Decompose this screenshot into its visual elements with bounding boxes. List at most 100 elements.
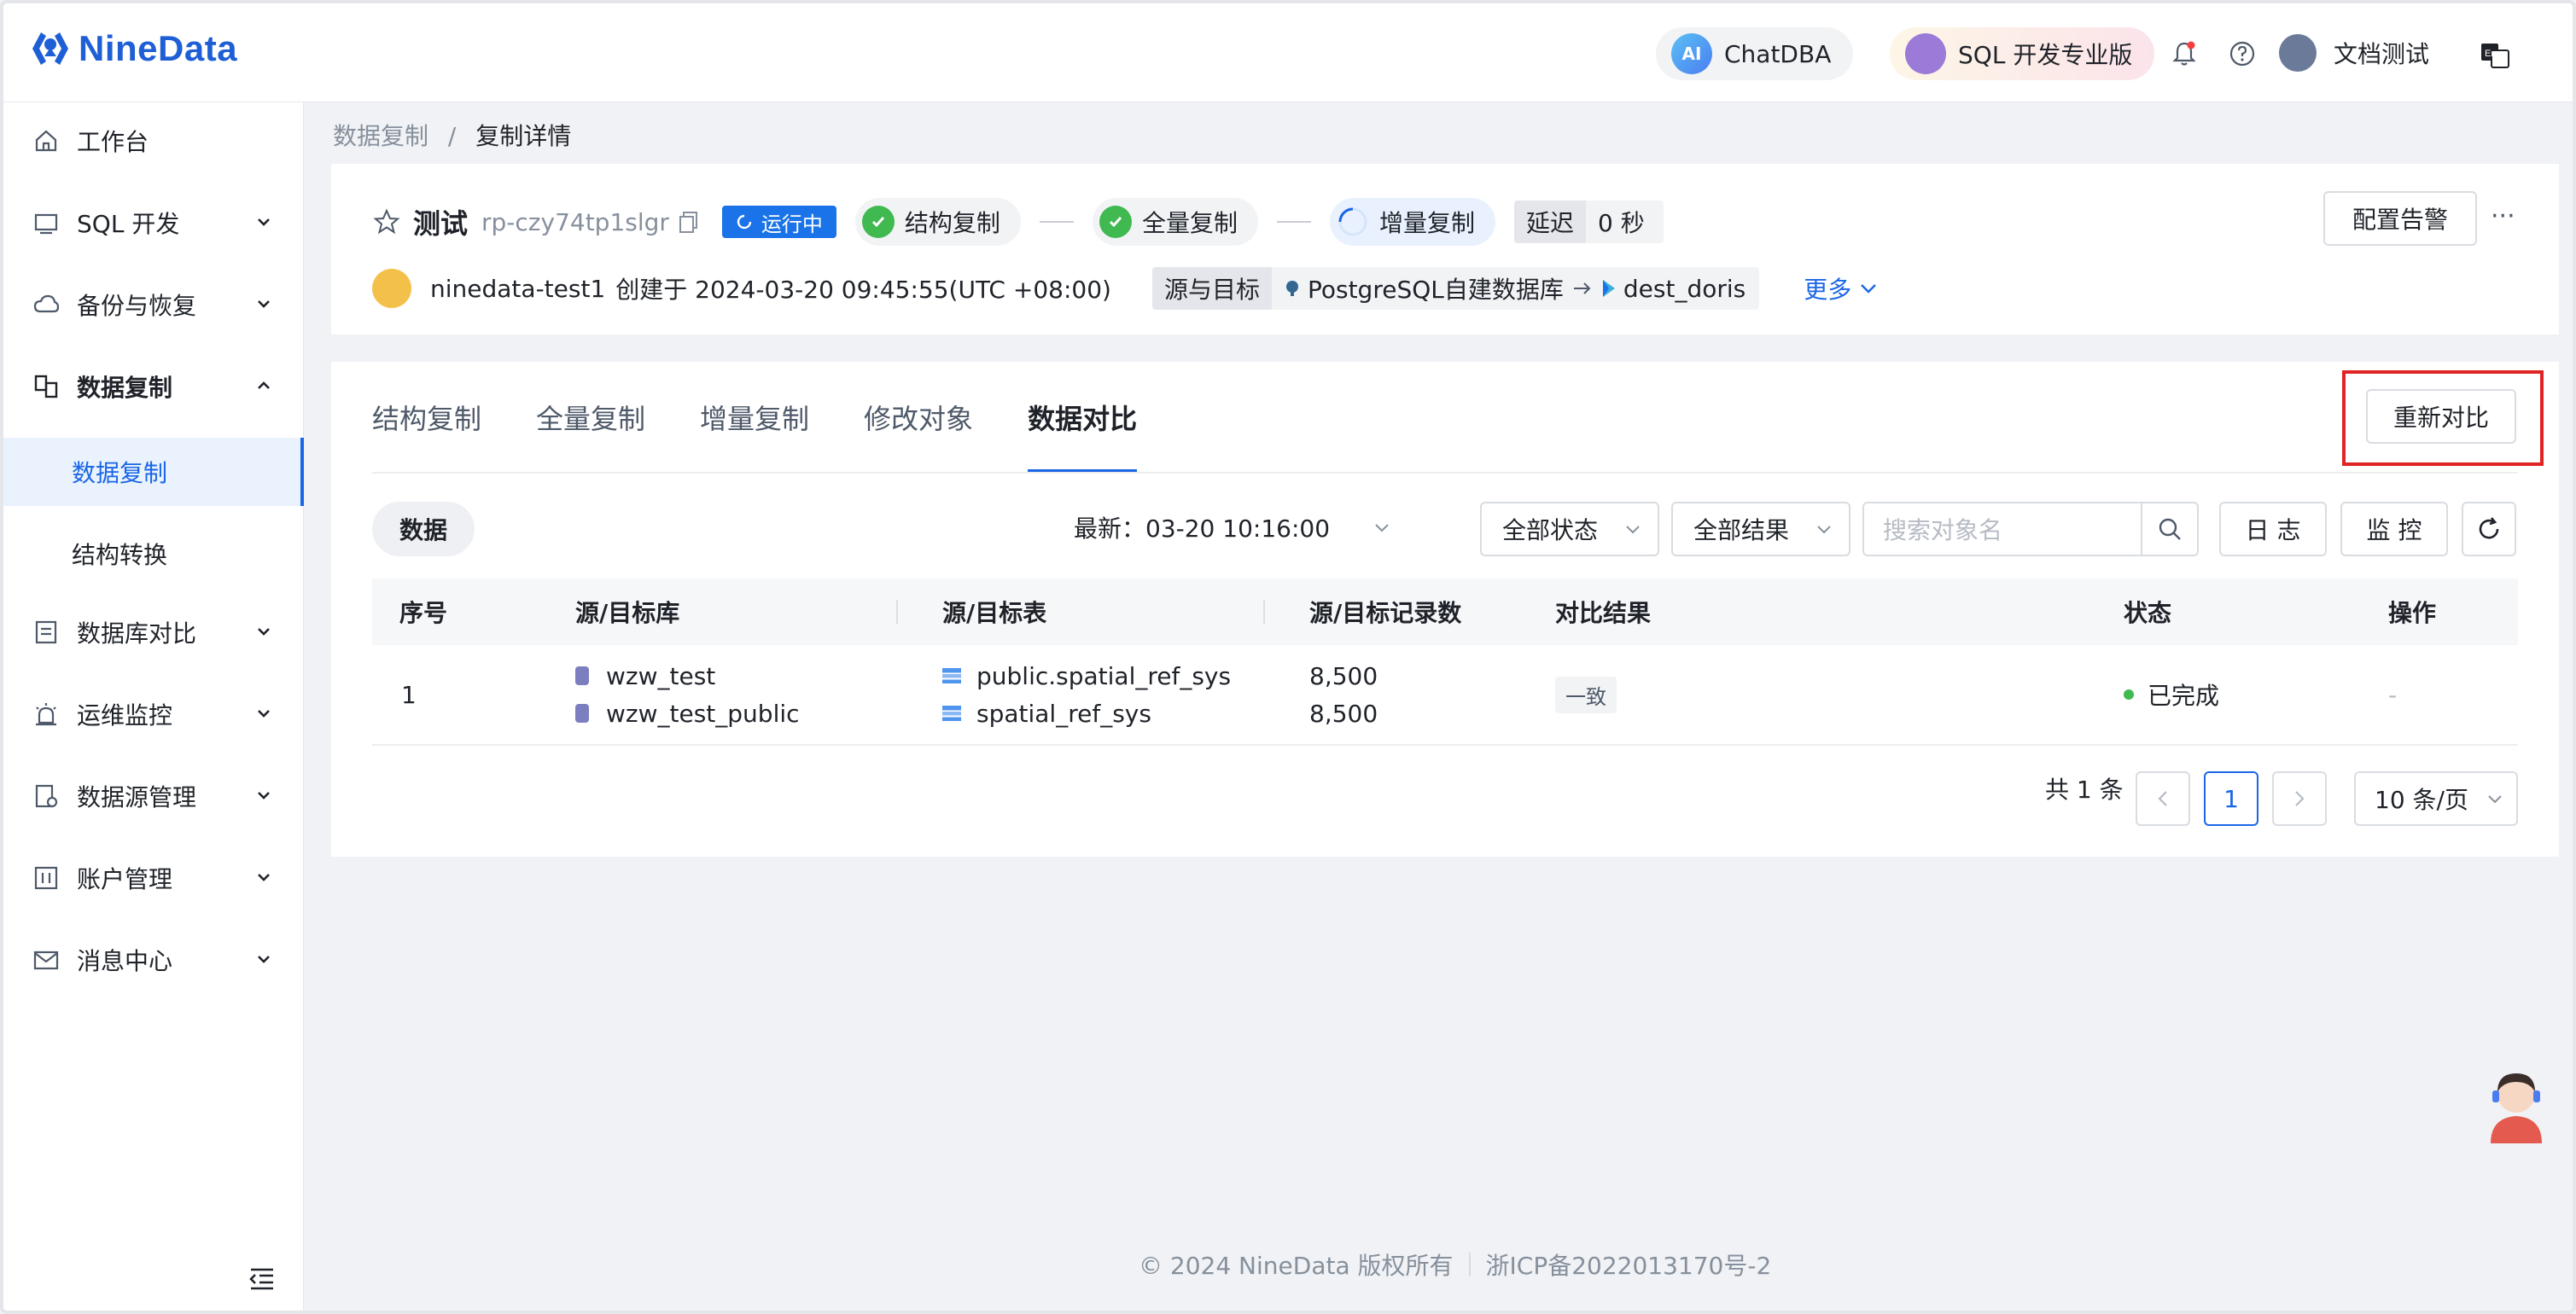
log-button[interactable]: 日 志 [2219, 502, 2327, 556]
table-header: 序号 源/目标库 源/目标表 源/目标记录数 对比结果 状态 操作 [372, 579, 2518, 645]
refresh-button[interactable] [2462, 502, 2516, 556]
check-icon [1099, 206, 1132, 238]
stage-connector [1277, 221, 1311, 223]
svg-text:En: En [2485, 49, 2496, 59]
pagination-total: 共 1 条 [2045, 771, 2124, 805]
more-actions-icon[interactable]: ··· [2491, 201, 2515, 231]
sidebar-item-ops-monitor[interactable]: 运维监控 [3, 680, 304, 748]
datasource-icon [32, 782, 60, 810]
col-record-count: 源/目标记录数 [1309, 579, 1461, 645]
breadcrumb: 数据复制 / 复制详情 [333, 118, 571, 152]
page-button[interactable]: 1 [2204, 771, 2258, 826]
tab-modify-objects[interactable]: 修改对象 [864, 362, 973, 473]
search-button[interactable] [2141, 503, 2197, 555]
translate-icon[interactable]: En [2479, 39, 2511, 72]
status-filter-select[interactable]: 全部状态 [1480, 502, 1659, 556]
database-icon [575, 704, 589, 723]
car-icon [1905, 33, 1946, 74]
breadcrumb-parent[interactable]: 数据复制 [333, 122, 428, 150]
chatdba-label: ChatDBA [1724, 40, 1831, 68]
data-filter-pill[interactable]: 数据 [372, 502, 475, 556]
result-filter-select[interactable]: 全部结果 [1671, 502, 1850, 556]
nine-data-logo[interactable]: NineData [29, 27, 237, 70]
sidebar-item-label: 数据复制 [77, 369, 172, 404]
task-title-row: 测试 rp-czy74tp1slgr 运行中 结构复制 全量复制 增量复制 [372, 198, 1664, 246]
monitor-button[interactable]: 监 控 [2340, 502, 2448, 556]
prev-page-button[interactable] [2136, 771, 2190, 826]
icp-link[interactable]: 浙ICP备2022013170号-2 [1486, 1247, 1772, 1282]
sidebar-item-workbench[interactable]: 工作台 [3, 107, 304, 175]
chevron-right-icon [2291, 788, 2308, 809]
compare-result-cell: 一致 [1555, 645, 1617, 744]
detail-tabs: 结构复制 全量复制 增量复制 修改对象 数据对比 [372, 362, 1192, 473]
sidebar-item-db-compare[interactable]: 数据库对比 [3, 598, 304, 666]
tab-incremental-replication[interactable]: 增量复制 [700, 362, 809, 473]
sidebar-item-label: 账户管理 [77, 861, 172, 895]
configure-alert-button[interactable]: 配置告警 [2323, 191, 2477, 246]
user-menu[interactable]: 文档测试 [2279, 34, 2429, 72]
collapse-sidebar-icon[interactable] [248, 1266, 277, 1292]
delay-indicator: 延迟 0 秒 [1514, 201, 1664, 243]
sql-pro-button[interactable]: SQL 开发专业版 [1890, 27, 2154, 80]
chatdba-button[interactable]: AI ChatDBA [1656, 27, 1853, 80]
breadcrumb-current: 复制详情 [475, 122, 571, 150]
search-icon [2157, 516, 2183, 542]
copy-icon[interactable] [678, 210, 700, 234]
star-icon[interactable] [372, 207, 401, 236]
sidebar-subitem-schema-convert[interactable]: 结构转换 [3, 520, 304, 588]
chevron-down-icon [254, 868, 273, 887]
sidebar-item-messages[interactable]: 消息中心 [3, 926, 304, 994]
tab-schema-replication[interactable]: 结构复制 [372, 362, 481, 473]
loading-icon [736, 213, 753, 230]
status-cell: 已完成 [2124, 645, 2219, 744]
footer: © 2024 NineData 版权所有 浙ICP备2022013170号-2 [1139, 1247, 1771, 1282]
source-db-name: wzw_test [606, 662, 715, 690]
sidebar: 工作台 SQL 开发 备份与恢复 数据复制 数据复制 结构转换 数据库对比 [3, 102, 304, 1314]
alarm-icon [32, 701, 60, 728]
sidebar-item-backup[interactable]: 备份与恢复 [3, 270, 304, 339]
logo-icon [29, 27, 72, 70]
more-link[interactable]: 更多 [1804, 271, 1879, 305]
app-window: NineData AI ChatDBA SQL 开发专业版 文档测试 En [0, 0, 2576, 1314]
tab-full-replication[interactable]: 全量复制 [536, 362, 645, 473]
account-icon [32, 864, 60, 892]
page-size-select[interactable]: 10 条/页 [2354, 771, 2518, 826]
bell-icon[interactable] [2170, 39, 2199, 68]
next-page-button[interactable] [2272, 771, 2327, 826]
sidebar-item-label: 备份与恢复 [77, 288, 196, 322]
sidebar-item-datasource[interactable]: 数据源管理 [3, 762, 304, 830]
help-icon[interactable] [2228, 39, 2257, 68]
col-separator [896, 600, 898, 624]
postgresql-icon [1284, 279, 1301, 298]
sidebar-item-account[interactable]: 账户管理 [3, 844, 304, 912]
support-assistant-icon[interactable] [2482, 1067, 2550, 1143]
sidebar-item-replication[interactable]: 数据复制 [3, 352, 304, 421]
col-status: 状态 [2124, 579, 2171, 645]
sidebar-item-sql-dev[interactable]: SQL 开发 [3, 189, 304, 257]
target-table: spatial_ref_sys [942, 695, 1151, 732]
home-icon [32, 127, 60, 154]
task-meta-row: ninedata-test1 创建于 2024-03-20 09:45:55(U… [372, 265, 1879, 312]
search-input[interactable]: 搜索对象名 [1864, 512, 2141, 546]
target-name: dest_doris [1623, 275, 1746, 303]
latest-time-select[interactable]: 最新：03-20 10:16:00 [1074, 510, 1391, 544]
chevron-down-icon [2486, 789, 2504, 808]
tab-data-compare[interactable]: 数据对比 [1028, 362, 1137, 473]
chevron-down-icon [1373, 518, 1391, 537]
page-size-label: 10 条/页 [2375, 782, 2468, 816]
sidebar-subitem-data-replication[interactable]: 数据复制 [3, 438, 304, 506]
status-text: 运行中 [761, 207, 823, 237]
loading-icon [1337, 206, 1369, 238]
chevron-up-icon [254, 376, 273, 395]
table-icon [942, 706, 961, 721]
object-search: 搜索对象名 [1862, 502, 2199, 556]
database-cell: wzw_test wzw_test_public [575, 645, 800, 744]
stage-label: 全量复制 [1142, 205, 1238, 239]
source-name: PostgreSQL自建数据库 [1308, 271, 1564, 305]
recompare-button[interactable]: 重新对比 [2366, 389, 2516, 444]
more-label: 更多 [1804, 271, 1851, 305]
latest-time-label: 最新：03-20 10:16:00 [1074, 510, 1330, 544]
result-tag: 一致 [1555, 677, 1617, 713]
chevron-down-icon [254, 950, 273, 968]
sidebar-item-label: 数据复制 [72, 455, 167, 489]
